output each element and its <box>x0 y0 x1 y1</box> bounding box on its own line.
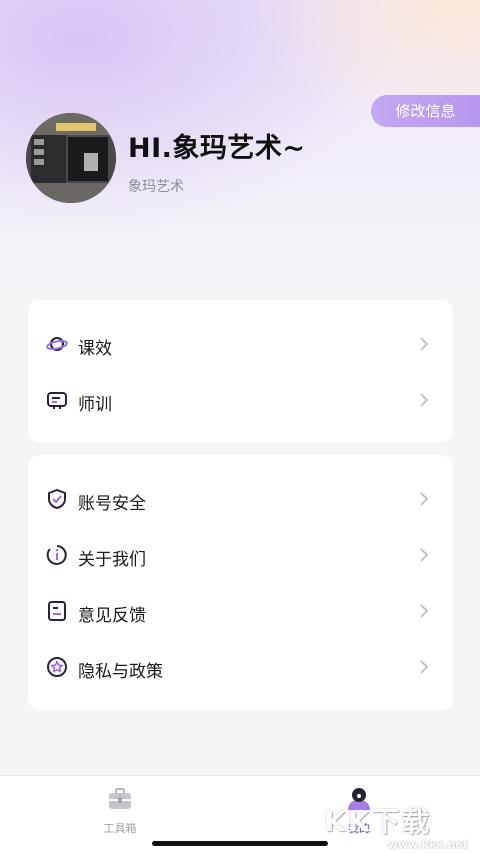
watermark: KK下载 www.kkx.net <box>322 800 472 851</box>
planet-icon <box>46 337 68 351</box>
chevron-right-icon <box>420 393 429 407</box>
edit-profile-button[interactable]: 修改信息 <box>371 95 480 127</box>
home-indicator[interactable] <box>152 841 328 846</box>
greeting-title: HI.象玛艺术~ <box>128 133 306 164</box>
username-label: 象玛艺术 <box>128 179 184 195</box>
menu-item-label: 意见反馈 <box>78 606 146 626</box>
chevron-right-icon <box>420 337 429 351</box>
menu-card-primary: 课效 师训 <box>28 300 453 442</box>
menu-item-about-us[interactable]: 关于我们 <box>28 531 453 579</box>
menu-item-label: 关于我们 <box>78 550 146 570</box>
toolbox-icon <box>109 788 131 809</box>
menu-item-feedback[interactable]: 意见反馈 <box>28 587 453 635</box>
tab-toolbox[interactable]: 工具箱 <box>80 784 160 839</box>
note-icon <box>48 601 66 621</box>
avatar-photo <box>26 113 116 203</box>
chat-robot-icon <box>47 392 67 409</box>
menu-item-privacy-policy[interactable]: 隐私与政策 <box>28 643 453 691</box>
watermark-logo-text: KK下载 <box>324 805 432 838</box>
menu-item-label: 课效 <box>78 339 112 359</box>
menu-item-label: 隐私与政策 <box>78 662 163 682</box>
chevron-right-icon <box>420 604 429 618</box>
info-icon <box>46 545 67 565</box>
chevron-right-icon <box>420 548 429 562</box>
menu-item-label: 师训 <box>78 395 112 415</box>
menu-item-label: 账号安全 <box>78 494 146 514</box>
shield-icon <box>48 489 66 509</box>
menu-card-settings: 账号安全 关于我们 意见反馈 隐私与政策 <box>28 455 453 710</box>
avatar[interactable] <box>26 113 116 203</box>
menu-item-course-effect[interactable]: 课效 <box>28 320 453 368</box>
chevron-right-icon <box>420 492 429 506</box>
star-badge-icon <box>47 657 67 677</box>
watermark-url: www.kkx.net <box>387 838 468 851</box>
tab-label: 工具箱 <box>103 822 137 835</box>
menu-item-teacher-training[interactable]: 师训 <box>28 376 453 424</box>
menu-item-account-security[interactable]: 账号安全 <box>28 475 453 523</box>
chevron-right-icon <box>420 660 429 674</box>
